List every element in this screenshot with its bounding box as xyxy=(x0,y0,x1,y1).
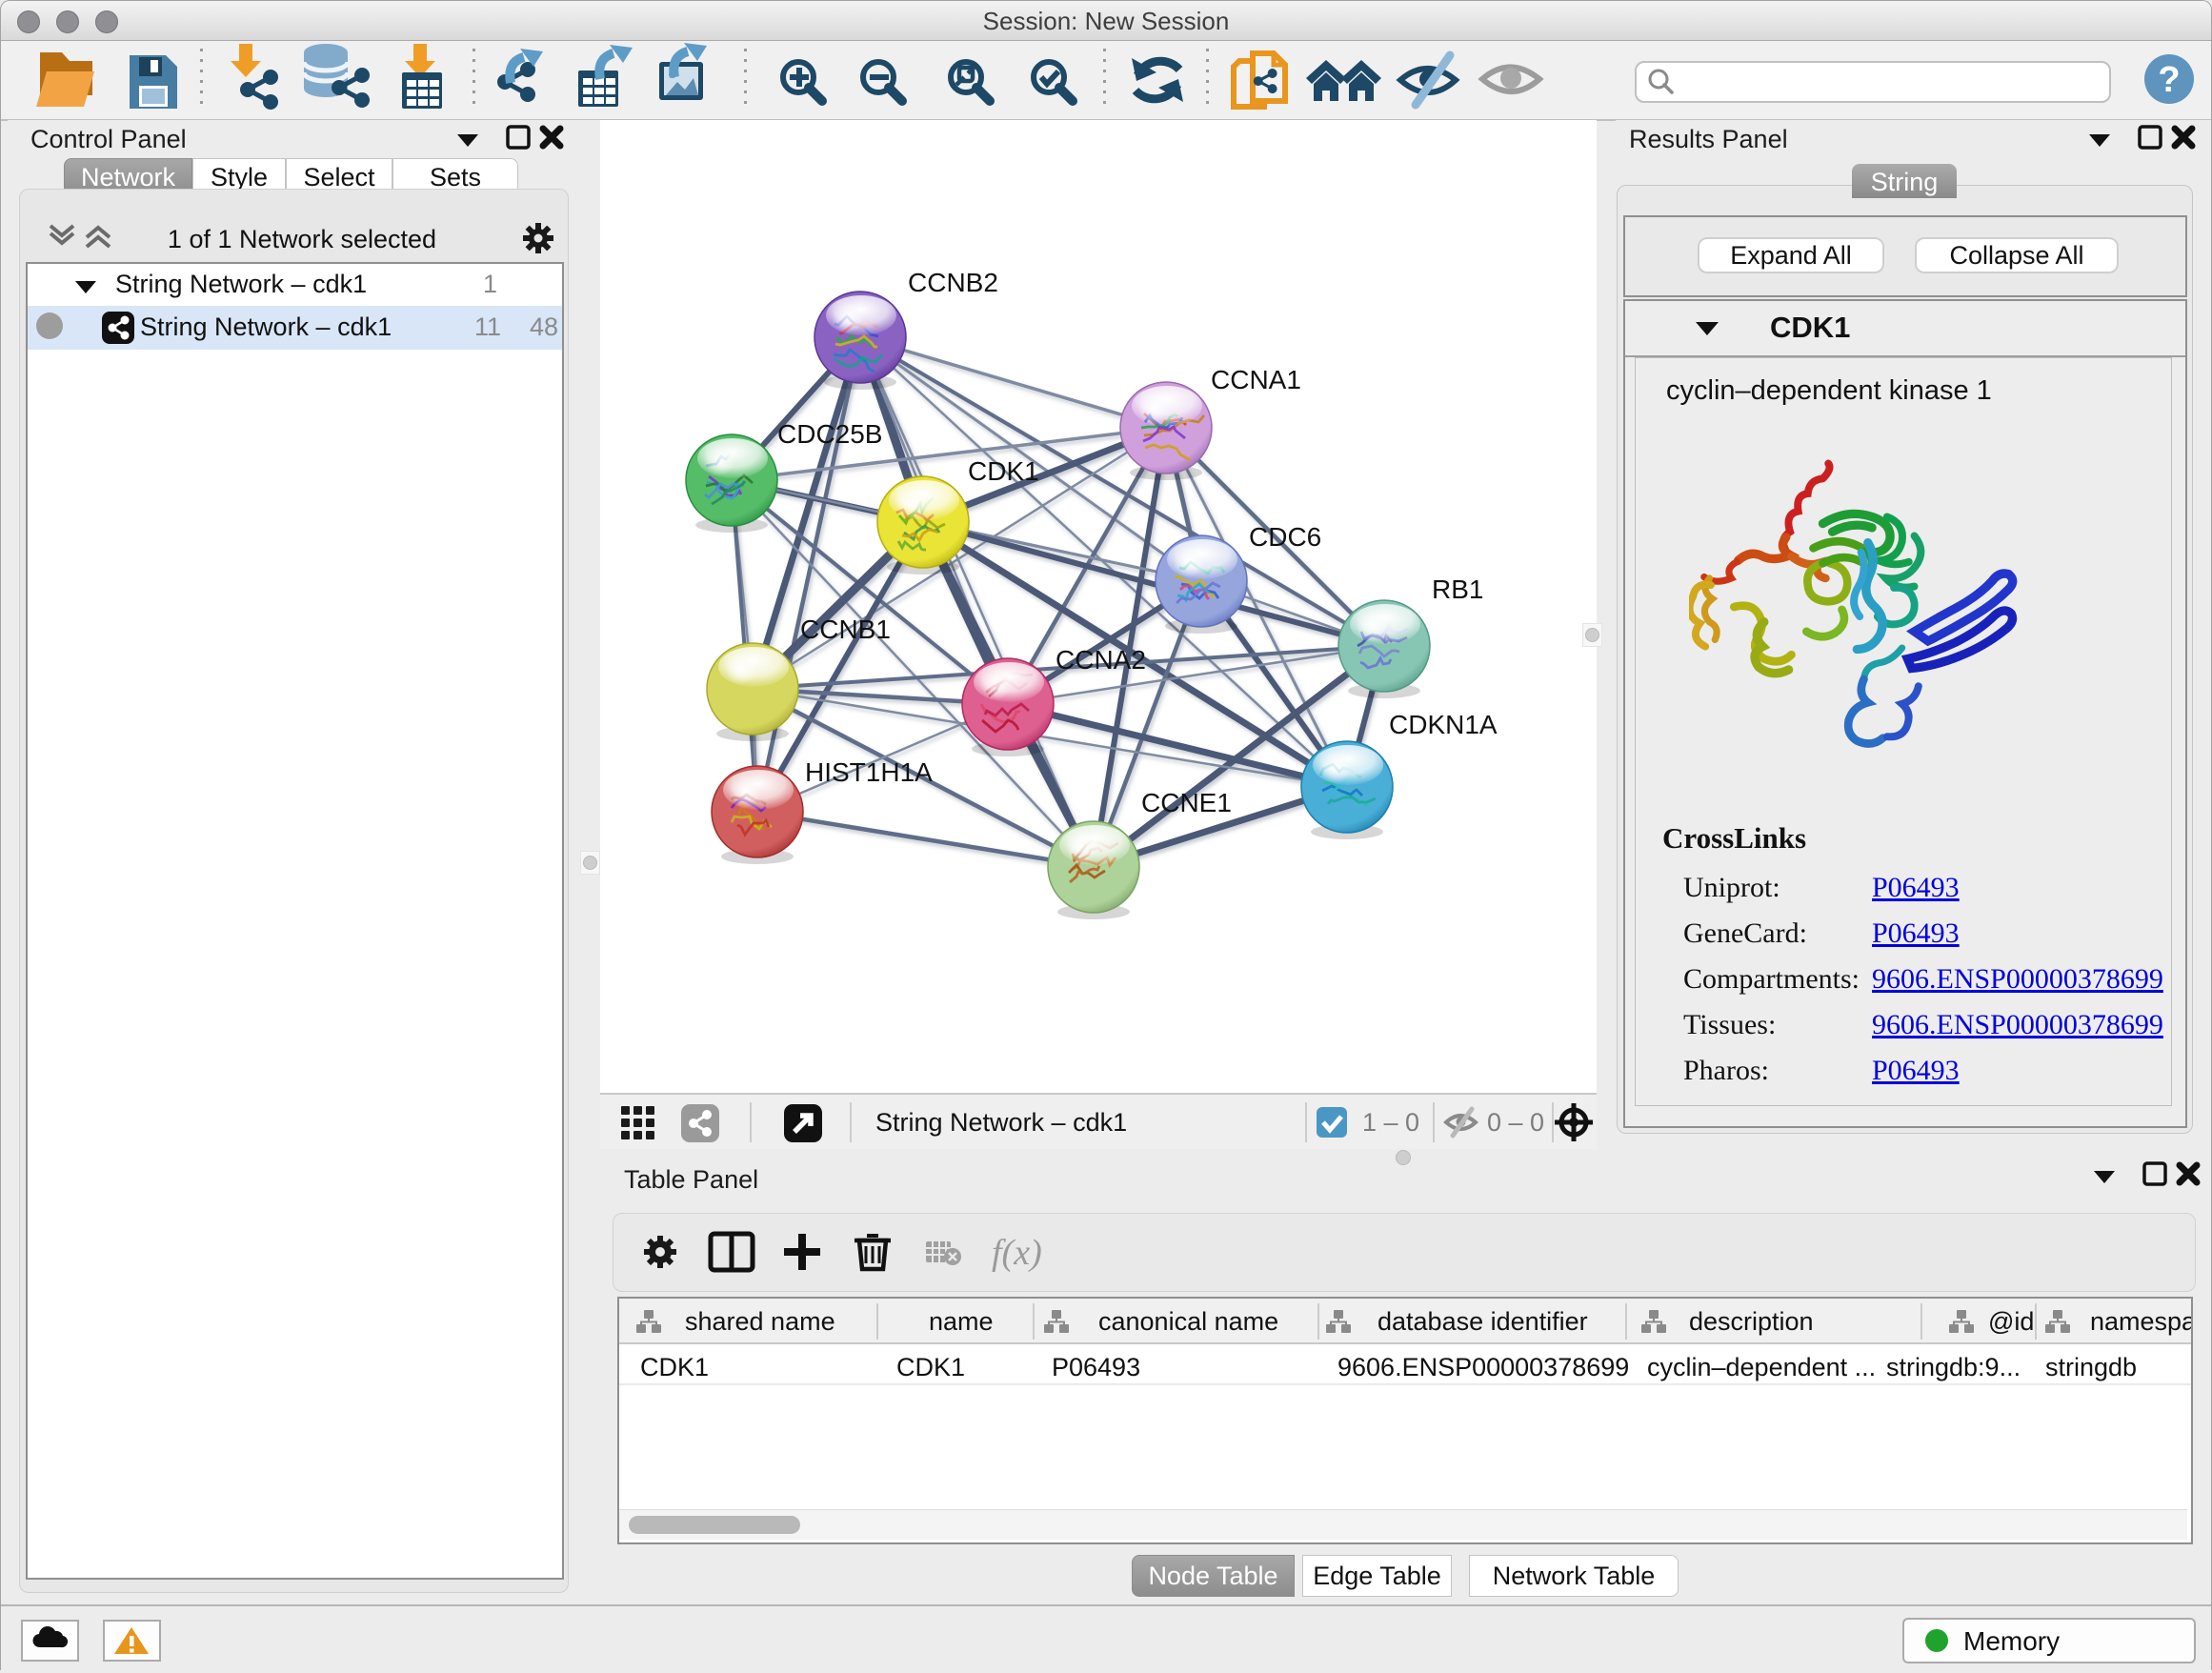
svg-text:CDKN1A: CDKN1A xyxy=(1389,710,1498,739)
svg-text:CDC25B: CDC25B xyxy=(777,419,882,449)
svg-text:namespac: namespac xyxy=(2090,1307,2191,1336)
svg-text:CCNB1: CCNB1 xyxy=(800,615,891,644)
svg-text:9606.ENSP00000378699: 9606.ENSP00000378699 xyxy=(1337,1353,1629,1381)
svg-text:P06493: P06493 xyxy=(1052,1353,1140,1381)
svg-text:CCNE1: CCNE1 xyxy=(1141,788,1232,817)
svg-text:0 – 0: 0 – 0 xyxy=(1487,1108,1544,1137)
svg-text:database identifier: database identifier xyxy=(1377,1307,1588,1336)
svg-text:stringdb: stringdb xyxy=(2045,1353,2137,1381)
svg-text:RB1: RB1 xyxy=(1432,574,1483,604)
svg-text:CDK1: CDK1 xyxy=(968,456,1039,486)
svg-text:1 of 1 Network selected: 1 of 1 Network selected xyxy=(168,225,436,253)
svg-text:CCNA2: CCNA2 xyxy=(1056,645,1146,675)
svg-text:name: name xyxy=(929,1307,994,1336)
svg-text:f(x): f(x) xyxy=(992,1233,1042,1273)
svg-text:description: description xyxy=(1689,1307,1814,1336)
svg-text:CCNB2: CCNB2 xyxy=(908,268,998,297)
svg-text:?: ? xyxy=(2158,60,2180,100)
svg-text:@id: @id xyxy=(1988,1307,2034,1336)
svg-text:CDC6: CDC6 xyxy=(1249,522,1321,552)
svg-text:CDK1: CDK1 xyxy=(640,1353,709,1381)
svg-text:CDK1: CDK1 xyxy=(896,1353,965,1381)
svg-text:String Network – cdk1: String Network – cdk1 xyxy=(875,1108,1127,1137)
svg-text:stringdb:9...: stringdb:9... xyxy=(1886,1353,2021,1381)
svg-text:HIST1H1A: HIST1H1A xyxy=(805,757,933,787)
svg-text:cyclin–dependent ...: cyclin–dependent ... xyxy=(1647,1353,1876,1381)
svg-text:1 – 0: 1 – 0 xyxy=(1362,1108,1419,1137)
svg-text:canonical name: canonical name xyxy=(1098,1307,1278,1336)
svg-text:shared name: shared name xyxy=(685,1307,835,1336)
svg-text:CCNA1: CCNA1 xyxy=(1211,365,1301,394)
